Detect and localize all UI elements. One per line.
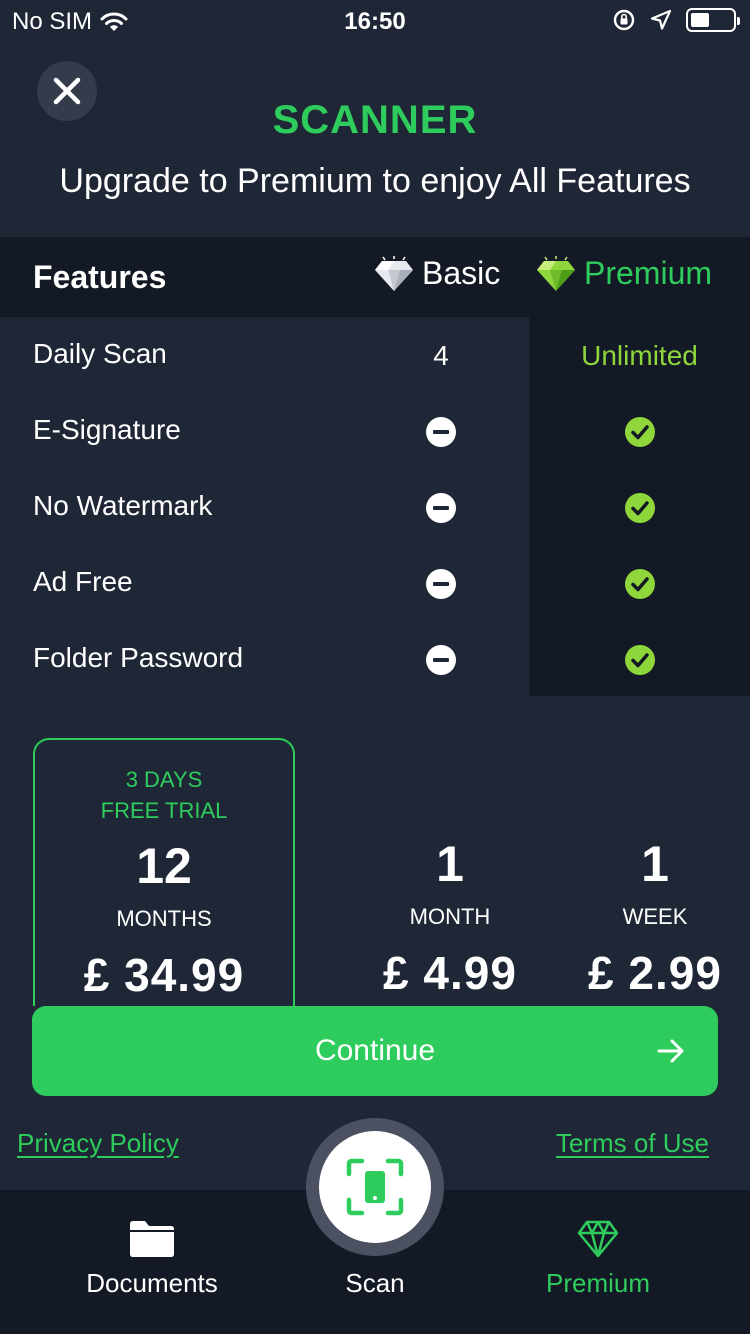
feature-row-folder-password: Folder Password [0,622,750,698]
status-right [612,8,740,32]
minus-icon [426,493,456,523]
tab-premium[interactable]: Premium [498,1190,698,1334]
battery-icon [686,8,740,32]
plan-1-week[interactable]: 1 WEEK £ 2.99 [570,738,740,1006]
tab-label: Documents [86,1268,218,1298]
plan-12-months[interactable]: 3 DAYS FREE TRIAL 12 MONTHS £ 34.99 [33,738,295,1006]
tab-label: Scan [345,1268,405,1298]
scan-icon [346,1158,404,1216]
plan-price: £ 34.99 [83,949,245,1001]
minus-icon [426,569,456,599]
minus-icon [426,417,456,447]
premium-value: Unlimited [581,340,698,371]
basic-label: Basic [422,255,501,291]
tab-label: Premium [545,1268,650,1298]
trial-label: FREE TRIAL [100,798,228,823]
terms-of-use-link[interactable]: Terms of Use [556,1128,709,1159]
plan-number: 1 [641,836,669,892]
diamond-icon [375,255,413,291]
tab-documents[interactable]: Documents [52,1190,252,1334]
trial-badge: 3 DAYS FREE TRIAL [35,764,293,826]
plan-price: £ 4.99 [383,947,517,999]
folder-icon [130,1221,174,1257]
orientation-lock-icon [613,9,635,31]
check-icon [624,645,655,675]
plan-price: £ 2.99 [588,947,722,999]
basic-value: 4 [433,340,449,371]
plan-1-month[interactable]: 1 MONTH £ 4.99 [345,738,555,1006]
page-subtitle: Upgrade to Premium to enjoy All Features [59,162,691,200]
trial-duration: 3 DAYS [125,767,203,792]
features-column-header: Features [33,259,167,295]
diamond-icon [577,1220,619,1258]
feature-label: Ad Free [33,566,133,597]
plan-selector: 3 DAYS FREE TRIAL 12 MONTHS £ 34.99 1 MO… [0,738,750,1006]
check-icon [624,569,655,599]
features-table-header: Features Basic Premium [0,237,750,317]
feature-row-daily-scan: Daily Scan 4 Unlimited [0,318,750,394]
arrow-right-icon [657,1039,684,1063]
feature-label: Folder Password [33,642,244,673]
continue-label: Continue [314,1034,436,1067]
premium-column-header: Premium [536,255,712,292]
green-diamond-icon [537,255,575,291]
feature-row-ad-free: Ad Free [0,546,750,622]
scan-button[interactable] [306,1118,444,1256]
plan-number: 1 [436,836,464,892]
feature-row-no-watermark: No Watermark [0,470,750,546]
plan-unit: MONTHS [116,906,212,931]
app-title: SCANNER [272,98,478,142]
continue-button[interactable]: Continue [32,1006,718,1096]
feature-label: Daily Scan [33,338,167,369]
premium-label: Premium [584,255,713,291]
plan-unit: MONTH [409,904,491,929]
plan-number: 12 [136,838,192,894]
status-bar: No SIM 16:50 [0,0,750,42]
check-icon [624,493,655,523]
feature-row-e-signature: E-Signature [0,394,750,470]
feature-label: No Watermark [33,490,213,521]
location-icon [650,9,672,30]
privacy-policy-link[interactable]: Privacy Policy [17,1128,179,1159]
check-icon [624,417,655,447]
feature-label: E-Signature [33,414,181,445]
plan-unit: WEEK [622,904,688,929]
basic-column-header: Basic [374,255,500,292]
minus-icon [426,645,456,675]
